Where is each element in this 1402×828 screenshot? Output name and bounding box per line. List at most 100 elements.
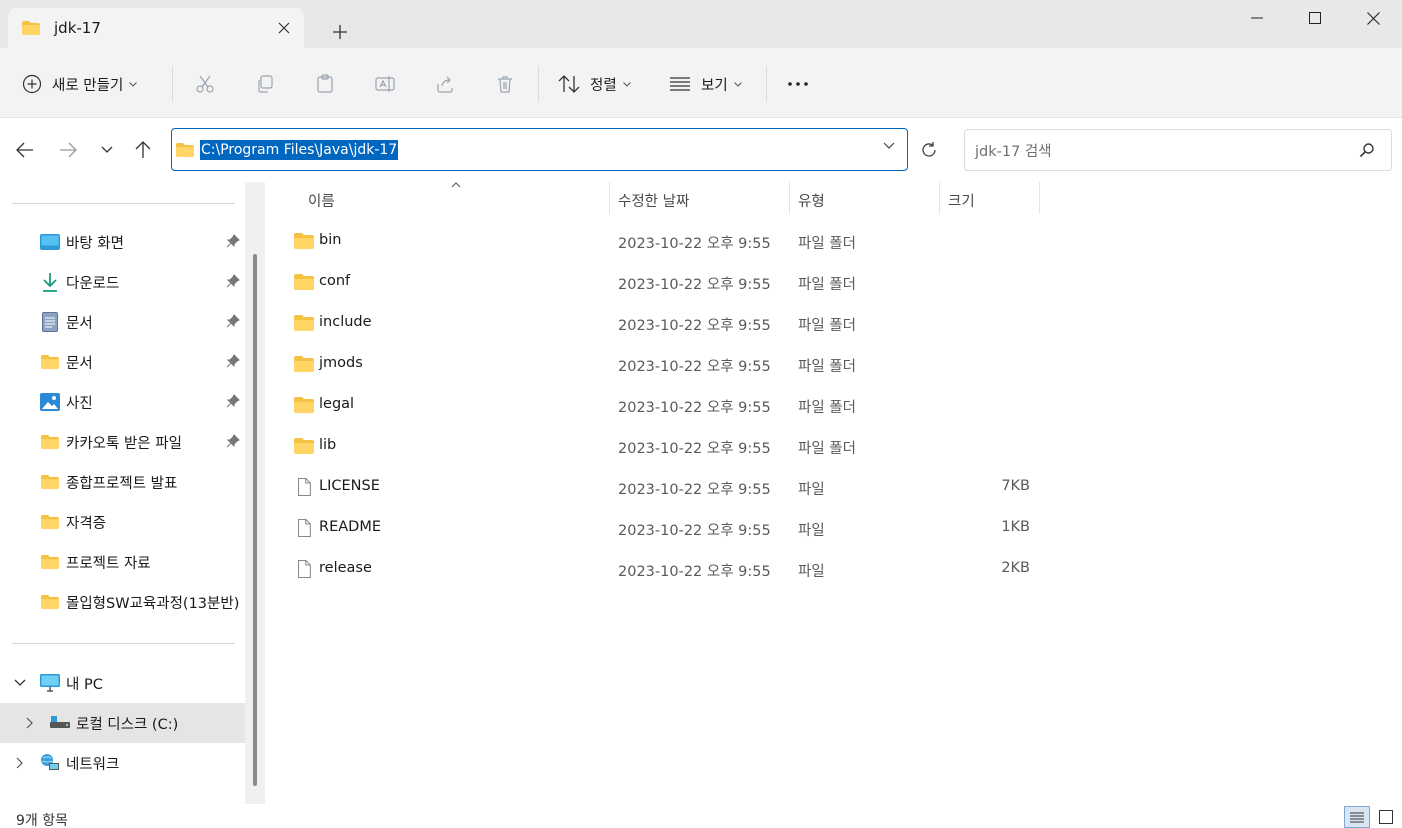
pin-icon [226,234,240,248]
pictures-icon [40,392,60,412]
minimize-icon [1251,17,1263,19]
file-row[interactable]: LICENSE 2023-10-22 오후 9:55 파일 7KB [270,467,1050,508]
search-box[interactable]: jdk-17 검색 [964,129,1392,171]
file-size: 7KB [1001,478,1030,494]
file-type: 파일 폴더 [798,318,856,334]
column-header-size[interactable]: 크기 [948,190,975,211]
pin-icon [226,394,240,408]
sidebar-scrollbar[interactable] [245,182,265,804]
chevron-down-icon[interactable] [12,675,28,691]
address-bar[interactable]: C:\Program Files\Java\jdk-17 [171,128,908,171]
command-bar: 새로 만들기 정렬 보기 [0,48,1402,118]
column-header-type[interactable]: 유형 [798,190,825,211]
chevron-right-icon[interactable] [12,755,28,771]
sidebar-item-label: 네트워크 [66,757,120,773]
sidebar-item-downloads[interactable]: 다운로드 [0,262,245,302]
sidebar-item-desktop[interactable]: 바탕 화면 [0,222,245,262]
sort-button[interactable]: 정렬 [558,70,631,98]
more-icon [788,82,808,86]
sidebar-item-network[interactable]: 네트워크 [0,743,245,783]
title-bar: jdk-17 [0,0,1402,48]
cut-button[interactable] [193,72,217,96]
sidebar-item-label: 바탕 화면 [66,236,124,252]
more-options-button[interactable] [784,70,812,98]
view-button[interactable]: 보기 [669,70,742,98]
chevron-right-icon[interactable] [22,715,38,731]
pin-icon [226,434,240,448]
file-modified: 2023-10-22 오후 9:55 [618,318,771,334]
file-row[interactable]: jmods 2023-10-22 오후 9:55 파일 폴더 [270,344,1050,385]
sidebar-item-project-materials[interactable]: 프로젝트 자료 [0,542,245,582]
refresh-icon [922,141,936,157]
file-row[interactable]: include 2023-10-22 오후 9:55 파일 폴더 [270,303,1050,344]
file-type: 파일 [798,523,825,539]
column-divider[interactable] [1039,182,1040,214]
tab-jdk-17[interactable]: jdk-17 [8,8,304,48]
sidebar-item-label: 자격증 [66,516,107,532]
folder-icon [176,142,194,157]
sidebar-item-local-disk[interactable]: 로컬 디스크 (C:) [0,703,245,743]
refresh-button[interactable] [908,128,950,171]
sidebar-scrollbar-thumb[interactable] [253,254,257,786]
up-button[interactable] [129,136,157,164]
arrow-right-icon [60,142,77,158]
file-modified: 2023-10-22 오후 9:55 [618,482,771,498]
file-row[interactable]: lib 2023-10-22 오후 9:55 파일 폴더 [270,426,1050,467]
minimize-button[interactable] [1228,0,1286,36]
file-name: lib [319,437,337,453]
column-divider[interactable] [939,182,940,214]
folder-icon [40,552,60,572]
tiles-view-button[interactable] [1373,806,1399,828]
view-label: 보기 [701,77,728,94]
toolbar-divider [538,66,539,102]
paste-button[interactable] [313,72,337,96]
search-icon[interactable] [1359,142,1375,158]
window-close-button[interactable] [1344,0,1402,36]
tab-close-button[interactable] [274,18,294,38]
sidebar-item-sw-course[interactable]: 몰입형SW교육과정(13분반) [0,582,245,622]
share-button[interactable] [433,72,457,96]
rename-button[interactable] [373,72,397,96]
sidebar-item-project-presentation[interactable]: 종합프로젝트 발표 [0,462,245,502]
file-row[interactable]: legal 2023-10-22 오후 9:55 파일 폴더 [270,385,1050,426]
sidebar-item-pictures[interactable]: 사진 [0,382,245,422]
toolbar-divider [172,66,173,102]
close-icon [278,22,290,34]
delete-icon [498,76,512,93]
sidebar-item-kakaotalk[interactable]: 카카오톡 받은 파일 [0,422,245,462]
address-path[interactable]: C:\Program Files\Java\jdk-17 [200,139,399,160]
copy-button[interactable] [253,72,277,96]
details-view-button[interactable] [1344,806,1370,828]
sidebar-item-label: 문서 [66,356,93,372]
column-header-name[interactable]: 이름 [308,190,335,211]
sidebar-item-documents[interactable]: 문서 [0,302,245,342]
column-divider[interactable] [609,182,610,214]
column-divider[interactable] [789,182,790,214]
sort-label: 정렬 [590,77,617,94]
new-button[interactable]: 새로 만들기 [22,70,138,98]
new-tab-button[interactable] [326,18,354,46]
maximize-button[interactable] [1286,0,1344,36]
column-header-modified[interactable]: 수정한 날짜 [618,190,689,211]
network-icon [40,753,60,773]
sidebar-item-documents-folder[interactable]: 문서 [0,342,245,382]
file-row[interactable]: release 2023-10-22 오후 9:55 파일 2KB [270,549,1050,590]
file-row[interactable]: conf 2023-10-22 오후 9:55 파일 폴더 [270,262,1050,303]
recent-locations-button[interactable] [93,136,121,164]
sidebar-item-certificates[interactable]: 자격증 [0,502,245,542]
file-row[interactable]: bin 2023-10-22 오후 9:55 파일 폴더 [270,221,1050,262]
search-placeholder: jdk-17 검색 [975,143,1052,160]
sidebar-item-label: 프로젝트 자료 [66,556,151,572]
file-row[interactable]: README 2023-10-22 오후 9:55 파일 1KB [270,508,1050,549]
cut-icon [196,75,214,93]
file-modified: 2023-10-22 오후 9:55 [618,236,771,252]
delete-button[interactable] [493,72,517,96]
tiles-view-icon [1379,810,1393,824]
sort-ascending-icon [451,182,461,188]
file-name: release [319,560,372,576]
forward-button[interactable] [54,136,82,164]
file-type: 파일 폴더 [798,441,856,457]
sidebar-item-this-pc[interactable]: 내 PC [0,663,245,703]
chevron-down-icon[interactable] [883,142,895,150]
back-button[interactable] [11,136,39,164]
